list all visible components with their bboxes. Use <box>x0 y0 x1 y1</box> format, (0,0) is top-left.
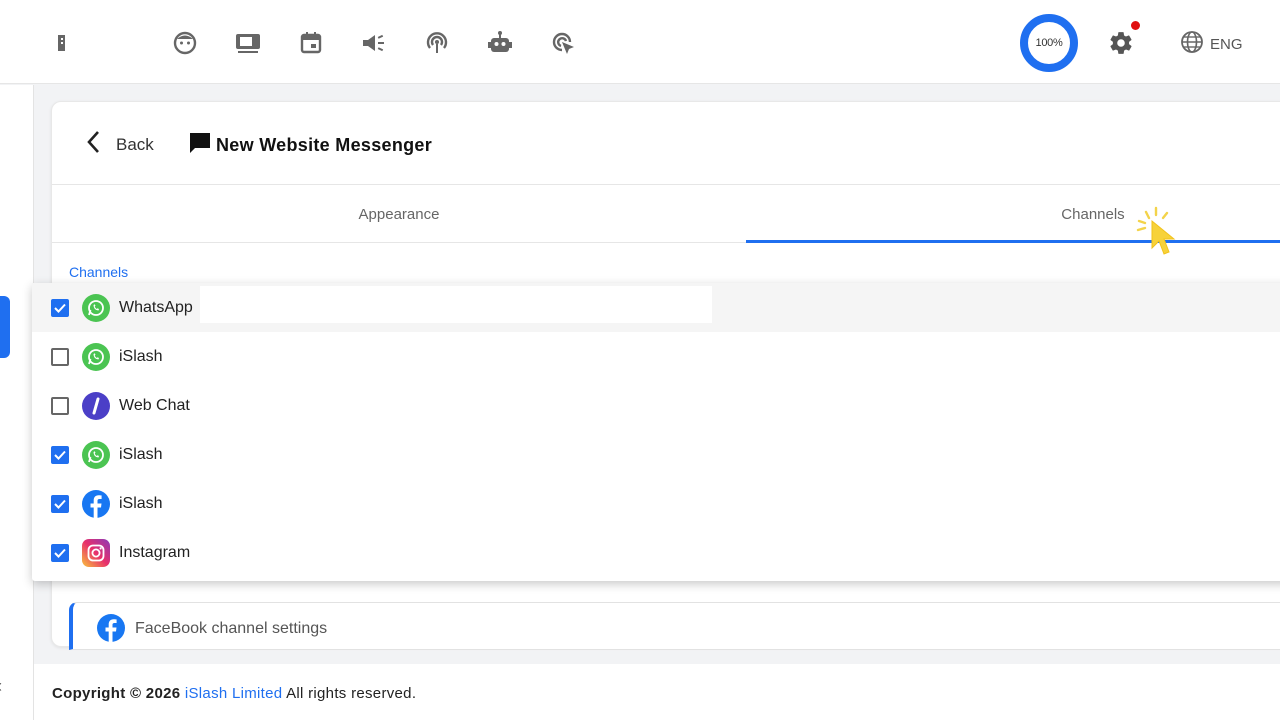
progress-indicator[interactable]: 100% <box>1020 14 1078 72</box>
gear-icon[interactable] <box>1107 29 1135 57</box>
sidebar-active-item[interactable] <box>0 296 10 358</box>
channel-option[interactable]: WhatsApp <box>32 283 1280 332</box>
checkbox-unchecked[interactable] <box>51 396 69 415</box>
language-label: ENG <box>1210 35 1243 53</box>
footer: Copyright © 2026 iSlash Limited All righ… <box>34 664 1280 720</box>
chevron-left-icon <box>86 130 102 159</box>
channel-search-input[interactable] <box>200 286 712 323</box>
channel-option[interactable]: iSlash <box>32 332 1280 381</box>
tab-channels-label: Channels <box>1061 206 1125 223</box>
copyright-suffix: All rights reserved. <box>286 685 417 702</box>
checkbox-checked[interactable] <box>51 445 69 464</box>
channels-section-label: Channels <box>69 264 129 280</box>
language-selector[interactable]: ENG <box>1180 30 1243 58</box>
page-title-text: New Website Messenger <box>216 135 433 155</box>
page-title: New Website Messenger <box>188 131 432 160</box>
channel-label: iSlash <box>119 445 163 463</box>
channel-option[interactable]: iSlash <box>32 430 1280 479</box>
channel-option[interactable]: iSlash <box>32 479 1280 528</box>
tab-bar: Appearance Channels <box>52 186 1280 243</box>
click-icon[interactable] <box>548 28 578 58</box>
sidebar-collapse-icon[interactable]: ‹ <box>0 676 2 697</box>
face-icon[interactable] <box>170 28 200 58</box>
calendar-icon[interactable] <box>296 28 326 58</box>
robot-icon[interactable] <box>485 28 515 58</box>
back-button[interactable]: Back <box>86 130 154 159</box>
active-tab-indicator <box>746 240 1280 243</box>
megaphone-icon[interactable] <box>359 28 389 58</box>
chat-bubble-icon <box>188 131 212 160</box>
instagram-icon <box>82 538 110 567</box>
checkbox-checked[interactable] <box>51 298 69 317</box>
checkbox-checked[interactable] <box>51 494 69 513</box>
podcast-icon[interactable] <box>422 28 452 58</box>
copyright-text: Copyright © 2026 iSlash Limited All righ… <box>52 685 416 702</box>
notification-dot <box>1131 21 1140 30</box>
facebook-settings-panel[interactable]: FaceBook channel settings <box>69 602 1280 650</box>
top-bar: 100% ENG <box>0 0 1280 84</box>
facebook-icon <box>82 489 110 518</box>
channels-dropdown: WhatsApp iSlash Web Chat iSlash iSlash I… <box>32 283 1280 581</box>
facebook-icon <box>97 614 125 647</box>
mouse-cursor-icon <box>1136 206 1182 265</box>
channel-label: iSlash <box>119 347 163 365</box>
book-icon[interactable] <box>48 28 78 58</box>
video-icon[interactable] <box>233 28 263 58</box>
copyright-prefix: Copyright © 2026 <box>52 685 181 702</box>
webchat-icon <box>82 391 110 420</box>
tab-appearance-label: Appearance <box>358 206 440 223</box>
whatsapp-icon <box>82 293 110 322</box>
whatsapp-icon <box>82 342 110 371</box>
sidebar <box>0 85 34 720</box>
progress-label: 100% <box>1035 37 1063 49</box>
card-header: Back New Website Messenger <box>52 102 1280 185</box>
whatsapp-icon <box>82 440 110 469</box>
globe-icon <box>1180 30 1204 58</box>
channel-label: iSlash <box>119 494 163 512</box>
back-label: Back <box>116 134 154 154</box>
checkbox-checked[interactable] <box>51 543 69 562</box>
tab-appearance[interactable]: Appearance <box>52 186 746 243</box>
checkbox-unchecked[interactable] <box>51 347 69 366</box>
channel-label: Instagram <box>119 543 191 561</box>
facebook-settings-label: FaceBook channel settings <box>135 620 328 637</box>
channel-option[interactable]: Web Chat <box>32 381 1280 430</box>
tab-channels[interactable]: Channels <box>746 186 1280 243</box>
channel-option[interactable]: Instagram <box>32 528 1280 577</box>
channel-label: WhatsApp <box>119 298 193 316</box>
channel-label: Web Chat <box>119 396 190 414</box>
company-link[interactable]: iSlash Limited <box>185 685 283 702</box>
